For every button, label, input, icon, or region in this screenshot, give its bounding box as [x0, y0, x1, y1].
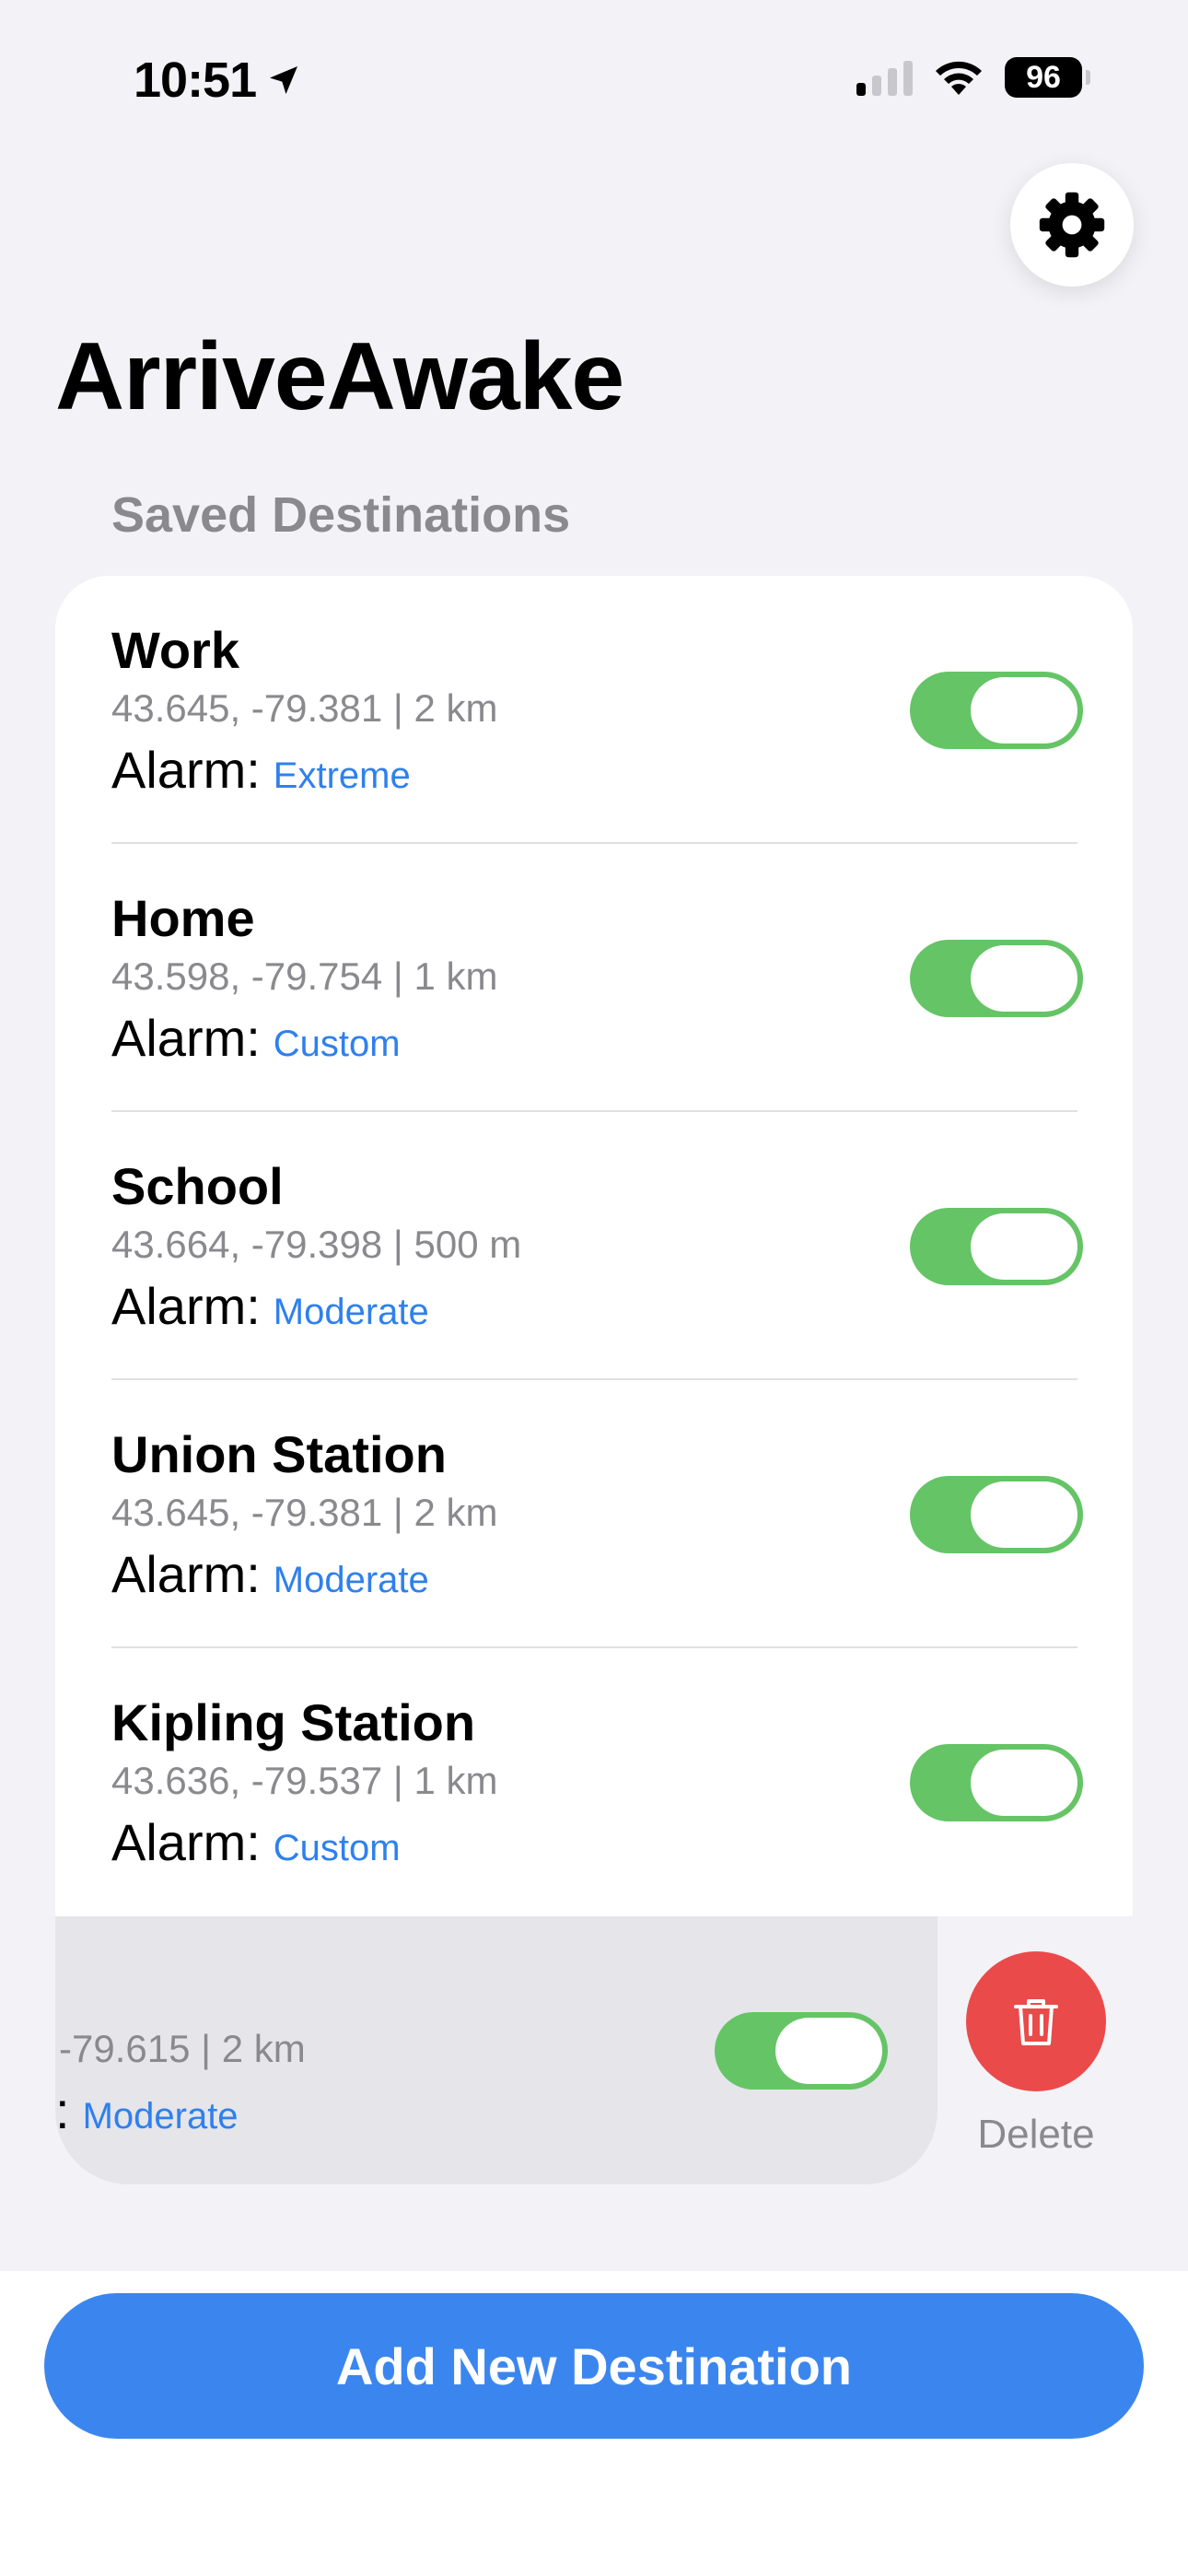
alarm-prefix: :	[55, 2081, 70, 2139]
alarm-level-link[interactable]: Extreme	[274, 755, 411, 797]
destination-row-home[interactable]: Home 43.598, -79.754 | 1 km Alarm: Custo…	[55, 844, 1133, 1112]
settings-button[interactable]	[1010, 163, 1134, 287]
page-title: ArriveAwake	[55, 323, 624, 430]
trash-icon	[1014, 1999, 1058, 2045]
destination-coords: 43.664, -79.398 | 500 m	[111, 1223, 522, 1266]
destination-toggle[interactable]	[910, 672, 1083, 749]
destination-toggle[interactable]	[910, 940, 1083, 1017]
destination-row-swiped[interactable]: -79.615 | 2 km : Moderate	[55, 1916, 938, 2184]
alarm-prefix: Alarm:	[111, 741, 261, 799]
toggle-knob	[971, 945, 1077, 1012]
toggle-knob	[971, 1750, 1077, 1816]
alarm-line: : Moderate	[55, 2080, 239, 2140]
status-icons: 96	[856, 57, 1090, 98]
destination-row-union-station[interactable]: Union Station 43.645, -79.381 | 2 km Ala…	[55, 1380, 1133, 1648]
destination-row-school[interactable]: School 43.664, -79.398 | 500 m Alarm: Mo…	[55, 1112, 1133, 1380]
destination-name: Home	[111, 889, 255, 947]
destination-toggle[interactable]	[910, 1744, 1083, 1821]
location-arrow-icon	[270, 66, 298, 94]
destination-coords: 43.645, -79.381 | 2 km	[111, 686, 498, 730]
destination-coords: 43.598, -79.754 | 1 km	[111, 954, 498, 998]
status-bar: 10:51 96	[0, 0, 1188, 161]
add-destination-button[interactable]: Add New Destination	[44, 2293, 1144, 2439]
alarm-prefix: Alarm:	[111, 1277, 261, 1335]
alarm-line: Alarm: Moderate	[111, 1544, 429, 1604]
destination-toggle[interactable]	[715, 2012, 888, 2090]
gear-icon	[1039, 192, 1105, 258]
wifi-icon	[936, 61, 982, 95]
destination-row-kipling-station[interactable]: Kipling Station 43.636, -79.537 | 1 km A…	[55, 1648, 1133, 1916]
alarm-prefix: Alarm:	[111, 1545, 261, 1603]
delete-button[interactable]	[966, 1951, 1106, 2091]
alarm-level-link[interactable]: Moderate	[274, 1292, 429, 1333]
destination-coords: 43.636, -79.537 | 1 km	[111, 1759, 498, 1802]
destination-toggle[interactable]	[910, 1208, 1083, 1285]
status-time: 10:51	[134, 52, 302, 109]
destination-coords: -79.615 | 2 km	[59, 2027, 306, 2070]
destinations-list: Work 43.645, -79.381 | 2 km Alarm: Extre…	[55, 576, 1133, 1916]
alarm-level-link[interactable]: Custom	[274, 1024, 401, 1065]
toggle-knob	[775, 2018, 882, 2084]
alarm-level-link[interactable]: Moderate	[83, 2096, 239, 2137]
toggle-knob	[971, 1213, 1077, 1280]
toggle-knob	[971, 677, 1077, 744]
destination-name: Kipling Station	[111, 1693, 476, 1751]
destination-name: Union Station	[111, 1425, 447, 1483]
destination-name: Work	[111, 621, 239, 679]
alarm-level-link[interactable]: Custom	[274, 1828, 401, 1869]
cellular-signal-icon	[856, 59, 913, 96]
delete-label: Delete	[977, 2112, 1095, 2157]
battery-level: 96	[1026, 59, 1061, 95]
toggle-knob	[971, 1481, 1077, 1548]
alarm-prefix: Alarm:	[111, 1813, 261, 1871]
bottom-bar: Add New Destination	[0, 2271, 1188, 2576]
alarm-level-link[interactable]: Moderate	[274, 1560, 429, 1601]
alarm-line: Alarm: Moderate	[111, 1276, 429, 1336]
destination-row-work[interactable]: Work 43.645, -79.381 | 2 km Alarm: Extre…	[55, 576, 1133, 844]
battery-icon: 96	[1005, 57, 1090, 98]
alarm-prefix: Alarm:	[111, 1009, 261, 1067]
destination-name: School	[111, 1157, 284, 1215]
destination-toggle[interactable]	[910, 1476, 1083, 1553]
alarm-line: Alarm: Extreme	[111, 740, 411, 800]
delete-action[interactable]: Delete	[965, 1951, 1107, 2158]
section-header: Saved Destinations	[111, 487, 571, 543]
destination-coords: 43.645, -79.381 | 2 km	[111, 1491, 498, 1534]
alarm-line: Alarm: Custom	[111, 1812, 401, 1872]
alarm-line: Alarm: Custom	[111, 1008, 401, 1068]
time-label: 10:51	[134, 53, 257, 108]
